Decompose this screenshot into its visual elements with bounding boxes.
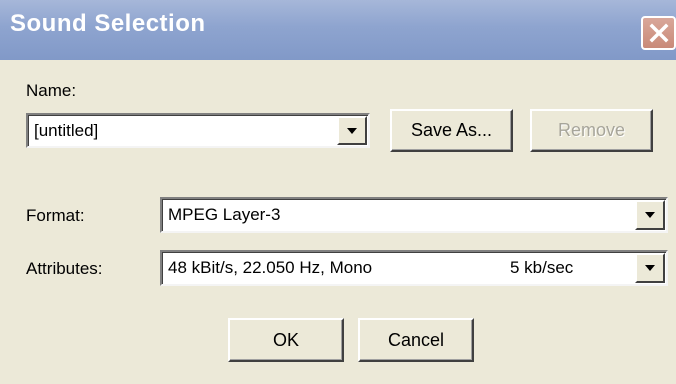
attributes-dropdown-button[interactable] <box>635 253 665 283</box>
format-value: MPEG Layer-3 <box>168 205 281 224</box>
close-icon <box>649 23 668 43</box>
name-value: [untitled] <box>34 120 99 140</box>
attributes-value: 48 kBit/s, 22.050 Hz, Mono <box>168 258 373 277</box>
cancel-button[interactable]: Cancel <box>358 318 474 362</box>
chevron-down-icon <box>645 212 655 218</box>
format-label: Format: <box>26 206 85 225</box>
title-bar[interactable]: Sound Selection <box>0 0 676 60</box>
ok-button[interactable]: OK <box>228 318 344 362</box>
close-button[interactable] <box>641 16 676 50</box>
attributes-rate: 5 kb/sec <box>510 258 574 277</box>
format-dropdown-button[interactable] <box>635 200 665 230</box>
remove-button[interactable]: Remove <box>530 109 653 152</box>
sound-selection-dialog: Sound Selection Name: [untitled] Save As… <box>0 0 676 384</box>
attributes-label: Attributes: <box>26 259 103 278</box>
chevron-down-icon <box>645 265 655 271</box>
name-combo[interactable]: [untitled] <box>26 113 370 148</box>
name-label: Name: <box>26 81 77 100</box>
save-as-button[interactable]: Save As... <box>390 109 513 152</box>
attributes-combo[interactable]: 48 kBit/s, 22.050 Hz, Mono 5 kb/sec <box>160 250 668 286</box>
name-dropdown-button[interactable] <box>337 116 367 145</box>
format-combo[interactable]: MPEG Layer-3 <box>160 197 668 233</box>
chevron-down-icon <box>347 127 357 134</box>
window-title: Sound Selection <box>10 10 206 37</box>
